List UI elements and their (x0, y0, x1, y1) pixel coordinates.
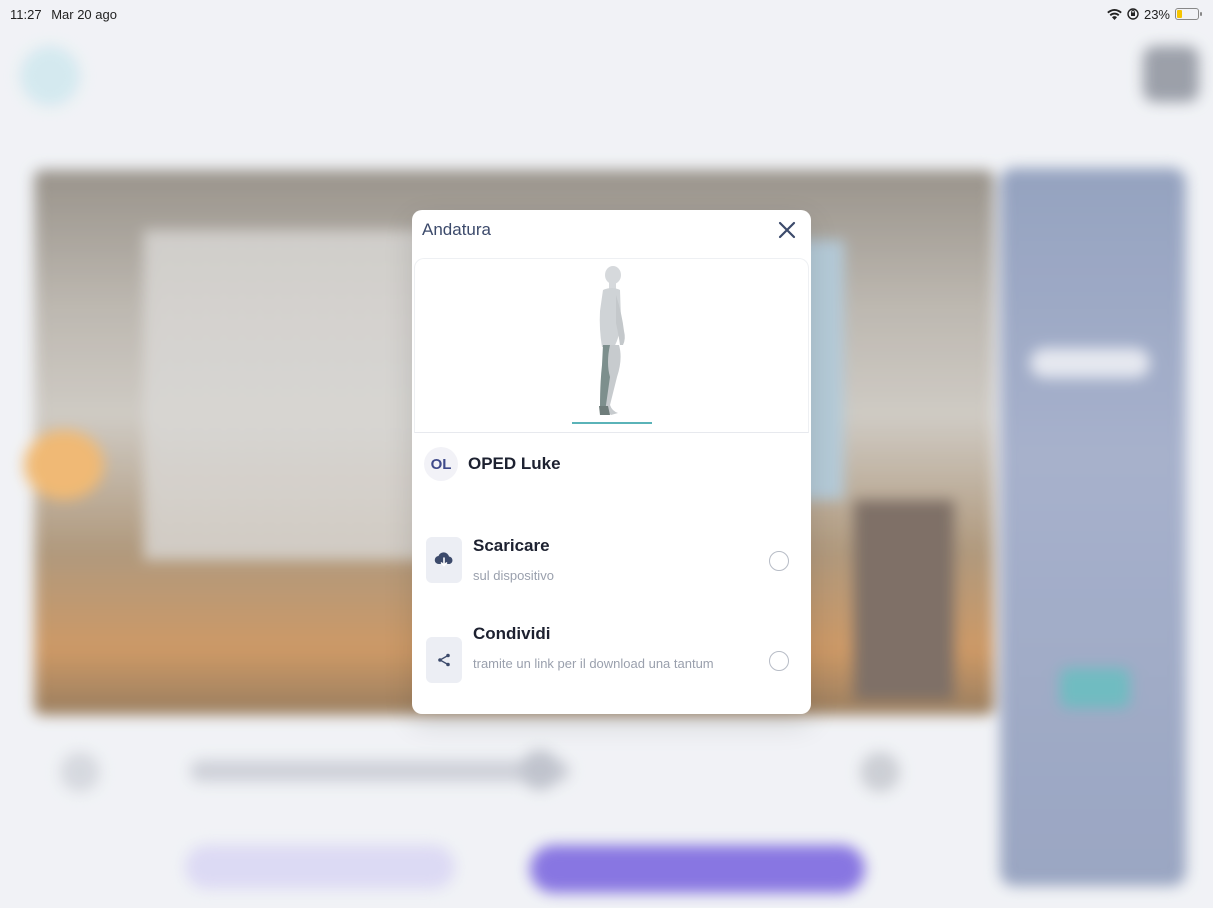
download-title: Scaricare (473, 536, 550, 555)
cloud-download-icon (434, 552, 453, 567)
dialog-header: Andatura (412, 210, 811, 250)
download-subtitle: sul dispositivo (473, 568, 554, 583)
battery-fill (1177, 10, 1182, 18)
wifi-icon (1107, 8, 1122, 20)
export-dialog: Andatura OL OPED Luke Scaricare sul disp… (412, 210, 811, 714)
battery-icon (1175, 8, 1202, 20)
user-row: OL OPED Luke (412, 433, 811, 481)
close-button[interactable] (773, 216, 801, 244)
share-title: Condividi (473, 624, 551, 643)
download-icon-tile (426, 537, 462, 583)
battery-percent: 23% (1143, 6, 1170, 22)
share-radio[interactable] (769, 651, 789, 671)
walking-person-figure (571, 266, 652, 424)
share-subtitle: tramite un link per il download una tant… (473, 656, 714, 671)
share-text: Condividi tramite un link per il downloa… (473, 623, 769, 672)
gait-preview (414, 258, 809, 433)
share-icon (438, 653, 450, 667)
status-date: Mar 20 ago (51, 6, 117, 22)
status-right: 23% (1107, 6, 1202, 22)
download-radio[interactable] (769, 551, 789, 571)
status-time: 11:27 (10, 6, 42, 22)
orientation-lock-icon (1127, 8, 1139, 20)
dialog-title: Andatura (422, 220, 491, 239)
close-icon (778, 221, 796, 239)
option-download[interactable]: Scaricare sul dispositivo (426, 535, 789, 584)
option-share[interactable]: Condividi tramite un link per il downloa… (426, 623, 789, 683)
avatar: OL (424, 447, 458, 481)
download-text: Scaricare sul dispositivo (473, 535, 769, 584)
share-icon-tile (426, 637, 462, 683)
status-bar: 11:27 Mar 20 ago 23% (0, 0, 1213, 28)
status-left: 11:27 Mar 20 ago (10, 7, 123, 22)
user-name: OPED Luke (468, 454, 561, 473)
